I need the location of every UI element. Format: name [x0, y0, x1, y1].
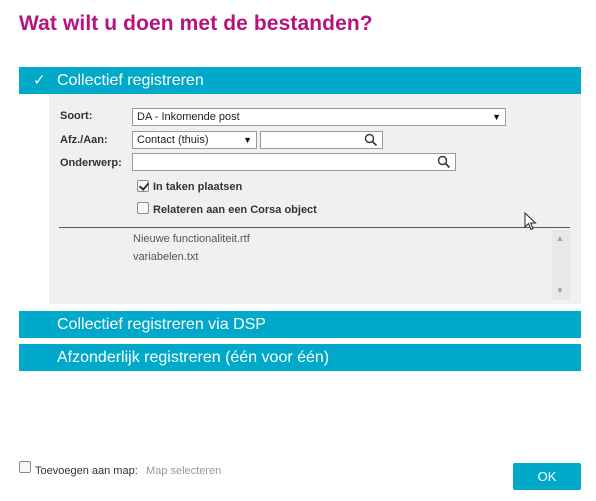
add-to-map-checkbox[interactable] — [19, 461, 31, 473]
list-item[interactable]: Nieuwe functionaliteit.rtf — [133, 233, 250, 245]
scroll-down-icon[interactable]: ▼ — [556, 286, 564, 295]
soort-label: Soort: — [60, 110, 93, 122]
taken-label: In taken plaatsen — [153, 181, 243, 193]
checkmark-icon: ✓ — [33, 72, 46, 89]
afzaan-select[interactable]: Contact (thuis) ▼ — [132, 131, 257, 149]
relateren-label: Relateren aan een Corsa object — [153, 204, 317, 216]
soort-select[interactable]: DA - Inkomende post ▼ — [132, 108, 506, 126]
taken-checkbox[interactable] — [137, 180, 149, 192]
divider — [59, 227, 570, 228]
search-icon[interactable] — [364, 133, 378, 147]
onderwerp-label: Onderwerp: — [60, 157, 122, 169]
relateren-checkbox[interactable] — [137, 202, 149, 214]
afzaan-search-input[interactable] — [260, 131, 383, 149]
afzaan-label: Afz./Aan: — [60, 134, 108, 146]
add-to-map-label: Toevoegen aan map: — [35, 465, 138, 477]
search-icon[interactable] — [437, 155, 451, 169]
list-item[interactable]: variabelen.txt — [133, 251, 198, 263]
section-label: Collectief registreren via DSP — [57, 316, 266, 333]
section-label: Afzonderlijk registreren (één voor één) — [57, 349, 330, 366]
section-collectief-registreren[interactable]: ✓ Collectief registreren — [19, 67, 581, 94]
onderwerp-input[interactable] — [132, 153, 456, 171]
afzaan-select-value: Contact (thuis) — [137, 134, 209, 146]
soort-select-value: DA - Inkomende post — [137, 111, 240, 123]
map-select-link[interactable]: Map selecteren — [146, 465, 221, 477]
chevron-down-icon: ▼ — [492, 112, 501, 122]
page-title: Wat wilt u doen met de bestanden? — [19, 12, 373, 35]
ok-button[interactable]: OK — [513, 463, 581, 490]
section-collectief-registreren-dsp[interactable]: Collectief registreren via DSP — [19, 311, 581, 338]
section-afzonderlijk-registreren[interactable]: Afzonderlijk registreren (één voor één) — [19, 344, 581, 371]
chevron-down-icon: ▼ — [243, 135, 252, 145]
scroll-up-icon[interactable]: ▲ — [556, 234, 564, 243]
section-label: Collectief registreren — [57, 72, 204, 89]
mouse-cursor-icon — [524, 212, 537, 231]
